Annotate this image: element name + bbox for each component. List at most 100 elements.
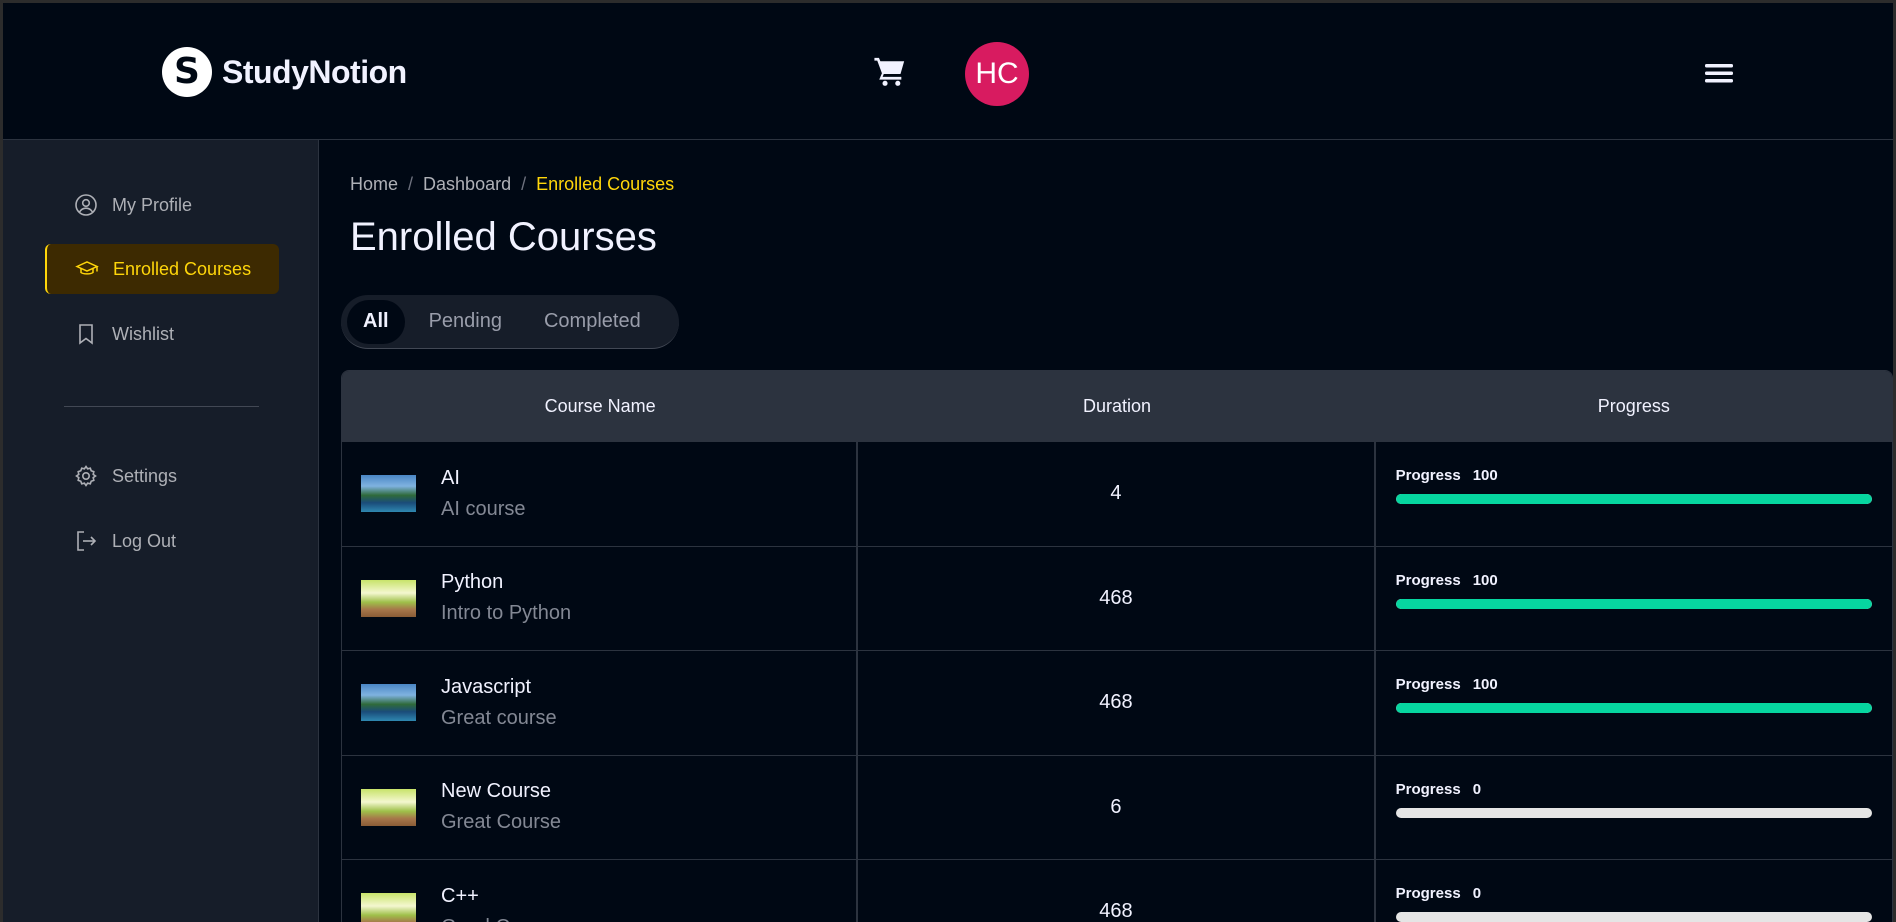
- sidebar-divider: [64, 406, 259, 407]
- progress-title: Progress: [1395, 467, 1461, 484]
- sidebar-item-enrolled-courses[interactable]: Enrolled Courses: [45, 244, 279, 294]
- course-thumbnail: [361, 893, 416, 922]
- progress-value: 100: [1472, 467, 1498, 484]
- progress-bar: [1395, 912, 1872, 922]
- user-avatar[interactable]: HC: [965, 42, 1029, 106]
- breadcrumb-home[interactable]: Home: [350, 174, 398, 195]
- logo-mark-icon: S: [162, 47, 212, 97]
- course-cell[interactable]: Javascript Great course: [342, 651, 859, 755]
- cart-icon[interactable]: [873, 55, 907, 89]
- sidebar-item-label: Log Out: [112, 530, 177, 551]
- sidebar-item-label: My Profile: [112, 194, 193, 215]
- sidebar: My Profile Enrolled Courses Wishlist Set…: [3, 140, 319, 922]
- breadcrumb-current: Enrolled Courses: [536, 174, 675, 194]
- app-window: S StudyNotion HC My Profile Enrolled Cou…: [0, 0, 1896, 922]
- course-name: AI: [441, 466, 460, 489]
- duration-cell: 468: [858, 651, 1376, 755]
- tab-all[interactable]: All: [347, 299, 405, 344]
- duration-cell: 468: [858, 546, 1376, 650]
- tab-completed[interactable]: Completed: [526, 300, 659, 344]
- course-cell[interactable]: Python Intro to Python: [342, 546, 859, 650]
- column-header-duration: Duration: [1082, 395, 1152, 416]
- hamburger-menu-icon[interactable]: [1704, 61, 1734, 85]
- progress-bar: [1395, 703, 1872, 713]
- duration-cell: 4: [858, 442, 1376, 546]
- duration-cell: 6: [858, 755, 1376, 859]
- course-thumbnail: [361, 579, 416, 617]
- course-cell[interactable]: New Course Great Course: [342, 755, 859, 859]
- course-info: Javascript Great course: [441, 676, 557, 730]
- progress-bar-fill: [1395, 598, 1872, 609]
- progress-cell: Progress 100: [1376, 442, 1892, 546]
- progress-value: 0: [1472, 780, 1482, 798]
- sidebar-item-log-out[interactable]: Log Out: [45, 516, 279, 566]
- table-header: Course Name Duration Progress: [342, 371, 1892, 441]
- brand-logo[interactable]: S StudyNotion: [162, 47, 407, 97]
- course-thumbnail: [361, 684, 416, 722]
- course-thumbnail: [361, 788, 416, 826]
- table-row: Javascript Great course 468 Progress 100: [342, 650, 1892, 755]
- tab-pending[interactable]: Pending: [411, 300, 520, 344]
- course-description: Intro to Python: [441, 602, 572, 625]
- course-name: Javascript: [441, 675, 532, 698]
- progress-bar: [1395, 807, 1872, 818]
- sidebar-item-label: Wishlist: [112, 323, 174, 344]
- course-name: C++: [441, 884, 479, 907]
- course-cell[interactable]: AI AI course: [342, 442, 859, 546]
- course-filter-tabs: All Pending Completed: [341, 295, 679, 349]
- course-info: C++ Good Course: [441, 885, 560, 922]
- sidebar-item-my-profile[interactable]: My Profile: [45, 180, 279, 230]
- course-name: New Course: [441, 780, 552, 803]
- table-body: AI AI course 4 Progress 100 Python Intro…: [342, 441, 1892, 922]
- sidebar-item-label: Enrolled Courses: [113, 258, 252, 279]
- progress-cell: Progress 100: [1376, 547, 1892, 651]
- progress-value: 100: [1472, 676, 1498, 693]
- progress-title: Progress: [1395, 780, 1461, 798]
- breadcrumb: Home / Dashboard / Enrolled Courses: [350, 174, 674, 195]
- progress-label: Progress 100: [1396, 572, 1872, 589]
- breadcrumb-dashboard[interactable]: Dashboard: [423, 174, 511, 195]
- progress-cell: Progress 0: [1376, 756, 1892, 860]
- enrolled-courses-table: Course Name Duration Progress AI AI cour…: [341, 370, 1893, 922]
- brand-name: StudyNotion: [222, 53, 407, 90]
- sidebar-item-label: Settings: [112, 465, 178, 486]
- progress-bar-fill: [1395, 494, 1872, 504]
- progress-title: Progress: [1395, 885, 1461, 902]
- logout-icon: [77, 531, 97, 551]
- course-description: Great Course: [441, 811, 562, 834]
- course-name: Python: [441, 571, 504, 594]
- column-header-progress: Progress: [1597, 395, 1670, 416]
- course-description: Great course: [441, 706, 557, 729]
- progress-bar-fill: [1395, 703, 1872, 713]
- course-info: Python Intro to Python: [441, 571, 571, 625]
- table-row: AI AI course 4 Progress 100: [342, 441, 1892, 546]
- progress-bar: [1395, 494, 1872, 504]
- course-info: AI AI course: [441, 467, 525, 521]
- progress-label: Progress 0: [1396, 781, 1872, 798]
- graduation-cap-icon: [75, 261, 99, 275]
- progress-cell: Progress 100: [1376, 651, 1892, 755]
- breadcrumb-separator: /: [408, 174, 414, 194]
- course-info: New Course Great Course: [441, 780, 561, 834]
- duration-cell: 468: [858, 860, 1376, 922]
- bookmark-icon: [79, 324, 93, 345]
- progress-bar: [1395, 598, 1872, 609]
- sidebar-item-wishlist[interactable]: Wishlist: [45, 309, 279, 359]
- top-navbar: S StudyNotion HC: [3, 3, 1893, 140]
- progress-title: Progress: [1395, 676, 1461, 693]
- table-row: New Course Great Course 6 Progress 0: [342, 754, 1892, 860]
- user-circle-icon: [75, 194, 97, 216]
- gear-icon: [75, 465, 97, 487]
- table-row: C++ Good Course 468 Progress 0: [342, 859, 1892, 922]
- progress-label: Progress 100: [1396, 467, 1872, 484]
- course-thumbnail: [361, 475, 416, 513]
- sidebar-item-settings[interactable]: Settings: [45, 451, 279, 501]
- progress-label: Progress 0: [1396, 885, 1872, 902]
- course-cell[interactable]: C++ Good Course: [342, 860, 859, 922]
- progress-label: Progress 100: [1396, 676, 1872, 693]
- course-description: Good Course: [441, 916, 560, 922]
- table-row: Python Intro to Python 468 Progress 100: [342, 545, 1892, 651]
- progress-title: Progress: [1395, 571, 1461, 589]
- column-header-course-name: Course Name: [544, 395, 656, 416]
- page-title: Enrolled Courses: [350, 215, 657, 259]
